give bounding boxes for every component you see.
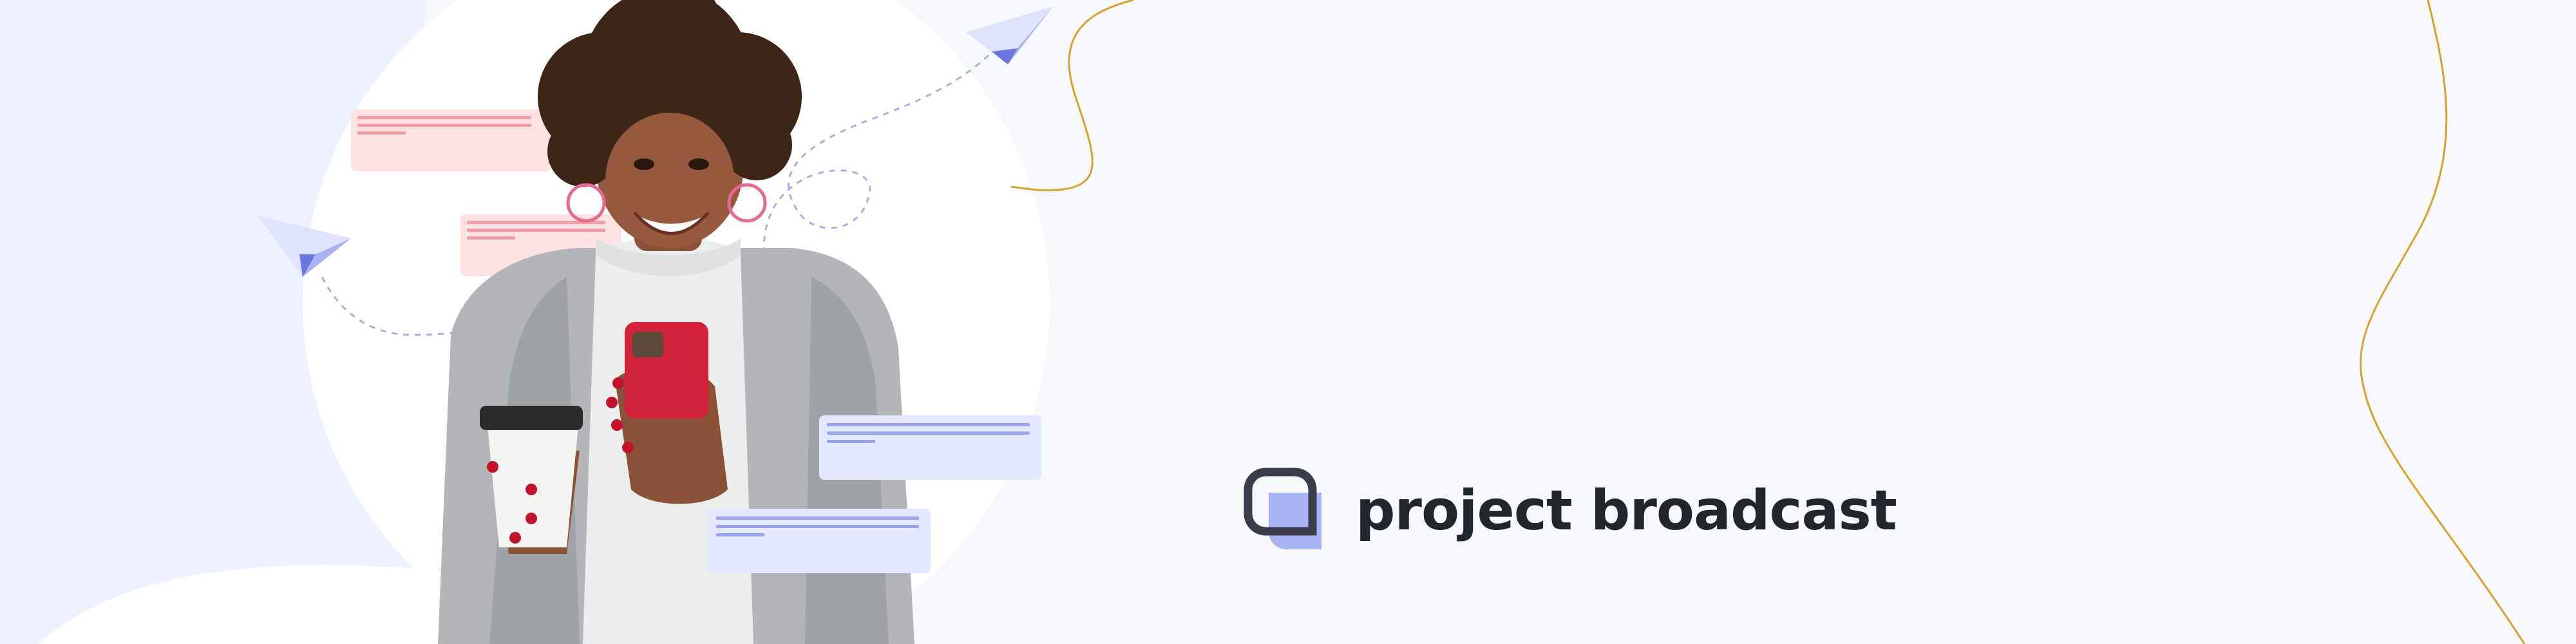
gold-curve-right bbox=[2360, 0, 2526, 644]
message-bubble bbox=[819, 415, 1041, 480]
chat-bubble-logo-icon bbox=[1244, 468, 1321, 549]
message-bubble bbox=[708, 509, 931, 573]
brand-name: project broadcast bbox=[1356, 478, 1897, 543]
message-bubble bbox=[351, 109, 551, 171]
banner: project broadcast bbox=[0, 0, 2576, 644]
brand-logo[interactable]: project broadcast bbox=[1243, 467, 1897, 554]
paper-plane-icon bbox=[966, 6, 1053, 64]
